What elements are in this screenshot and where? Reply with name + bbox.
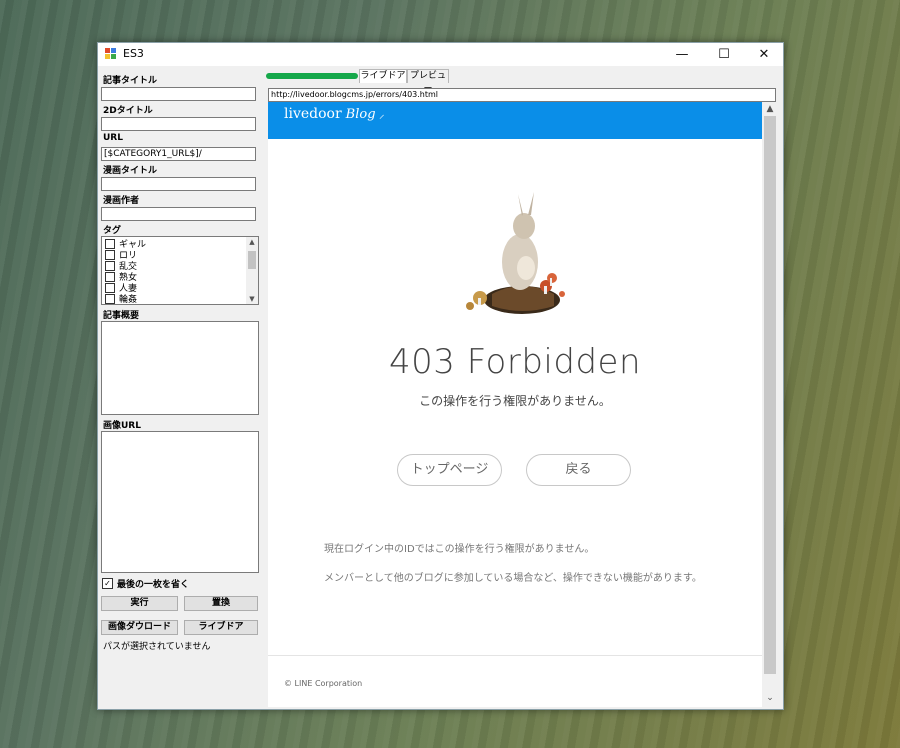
checkbox[interactable] <box>105 271 115 282</box>
image-url-textarea[interactable] <box>101 431 259 573</box>
app-window: ES3 — ☐ ✕ 記事タイトル 2Dタイトル URL [$CATEGORY1_… <box>97 42 784 710</box>
manga-author-label: 漫画作者 <box>103 196 140 206</box>
site-header-banner: livedoor Blog ⸝ <box>268 102 762 139</box>
back-button[interactable]: 戻る <box>526 454 631 486</box>
checkbox[interactable] <box>105 238 115 249</box>
footer-divider <box>268 655 762 656</box>
skip-last-option[interactable]: ✓ 最後の一枚を省く <box>102 577 189 590</box>
browser-viewport: livedoor Blog ⸝ 403 Forbidden この操作を行う権限があ… <box>268 102 778 707</box>
error-message-1: 現在ログイン中のIDではこの操作を行う権限がありません。 <box>324 544 595 555</box>
tab-livedoor[interactable]: ライブドア <box>359 69 407 83</box>
scroll-up-icon[interactable]: ▲ <box>246 237 258 247</box>
rabbit-illustration <box>466 192 565 314</box>
image-download-button[interactable]: 画像ダウロード <box>101 620 178 635</box>
chevron-down-icon[interactable]: ⌄ <box>762 693 778 703</box>
title2d-label: 2Dタイトル <box>103 106 153 116</box>
image-url-label: 画像URL <box>103 421 141 431</box>
manga-title-input[interactable] <box>101 177 256 191</box>
checkbox[interactable] <box>105 249 115 260</box>
error-subheading: この操作を行う権限がありません。 <box>419 394 611 408</box>
top-page-button[interactable]: トップページ <box>397 454 502 486</box>
checkbox[interactable] <box>105 260 115 271</box>
check-icon[interactable]: ✓ <box>102 578 113 589</box>
page-scroll-thumb[interactable] <box>764 116 776 674</box>
url-input[interactable]: [$CATEGORY1_URL$]/ <box>101 147 256 161</box>
url-label: URL <box>103 133 123 143</box>
scroll-down-icon[interactable]: ▼ <box>246 294 258 304</box>
tag-label: タグ <box>103 226 122 236</box>
tag-scrollbar[interactable]: ▲ ▼ <box>246 237 258 304</box>
close-button[interactable]: ✕ <box>744 43 784 66</box>
replace-button[interactable]: 置換 <box>184 596 258 611</box>
minimize-button[interactable]: — <box>662 43 702 66</box>
manga-title-label: 漫画タイトル <box>103 166 158 176</box>
run-button[interactable]: 実行 <box>101 596 178 611</box>
manga-author-input[interactable] <box>101 207 256 221</box>
checkbox[interactable] <box>105 282 115 293</box>
article-title-input[interactable] <box>101 87 256 101</box>
maximize-button[interactable]: ☐ <box>704 43 744 66</box>
tag-checklist[interactable]: ギャル ロリ 乱交 熟女 人妻 輪姦 ▲ ▼ <box>101 236 259 305</box>
error-message-2: メンバーとして他のブログに参加している場合など、操作できない機能があります。 <box>324 573 702 584</box>
redacted-tab <box>266 73 358 79</box>
copyright-text: © LINE Corporation <box>284 679 363 688</box>
title2d-input[interactable] <box>101 117 256 131</box>
browser-url-bar[interactable]: http://livedoor.blogcms.jp/errors/403.ht… <box>268 88 776 102</box>
scroll-up-icon[interactable]: ▲ <box>762 104 778 114</box>
error-heading: 403 Forbidden <box>389 342 641 382</box>
tab-preview[interactable]: プレビュー <box>407 69 449 94</box>
summary-textarea[interactable] <box>101 321 259 415</box>
livedoor-button[interactable]: ライブドア <box>184 620 258 635</box>
livedoor-blog-logo[interactable]: livedoor Blog ⸝ <box>284 106 385 122</box>
article-title-label: 記事タイトル <box>103 76 158 86</box>
app-icon <box>105 48 117 60</box>
summary-label: 記事概要 <box>103 311 140 321</box>
window-title: ES3 <box>123 47 144 60</box>
page-scrollbar[interactable]: ▲ ⌄ <box>762 102 778 707</box>
tag-item[interactable]: 輪姦 <box>102 293 258 305</box>
status-text: パスが選択されていません <box>103 642 211 652</box>
title-bar: ES3 — ☐ ✕ <box>98 43 783 66</box>
checkbox[interactable] <box>105 293 115 304</box>
scroll-thumb[interactable] <box>248 251 256 269</box>
